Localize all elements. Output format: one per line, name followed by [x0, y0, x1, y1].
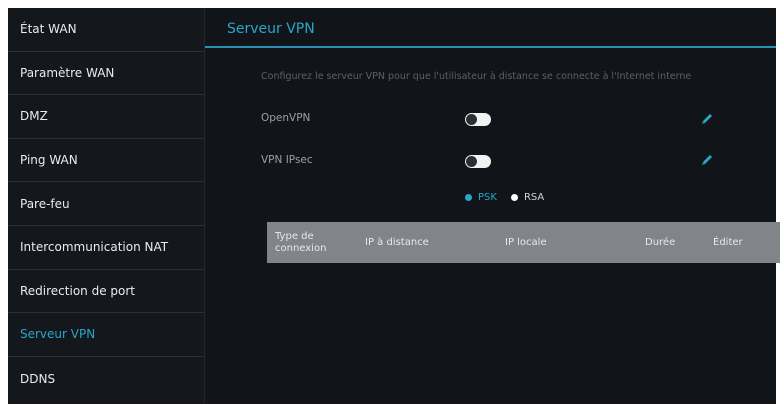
auth-radio-group: PSK RSA	[465, 192, 558, 203]
radio-psk-label: PSK	[478, 192, 497, 203]
sidebar-item-label: État WAN	[20, 22, 77, 37]
toggle-knob	[466, 114, 477, 125]
column-header-local-ip: IP locale	[505, 236, 547, 248]
sidebar-item-label: Pare-feu	[20, 196, 70, 211]
sidebar-item-label: DDNS	[20, 371, 56, 386]
router-admin-window: État WAN Paramètre WAN DMZ Ping WAN Pare…	[8, 8, 780, 404]
column-header-edit: Éditer	[713, 236, 743, 248]
sidebar-item-serveur-vpn[interactable]: Serveur VPN	[8, 313, 204, 357]
main-panel: Serveur VPN Configurez le serveur VPN po…	[205, 8, 780, 404]
sidebar-item-intercommunication-nat[interactable]: Intercommunication NAT	[8, 226, 204, 270]
toggle-knob	[466, 156, 477, 167]
page-title: Serveur VPN	[227, 21, 315, 37]
sidebar-item-ping-wan[interactable]: Ping WAN	[8, 139, 204, 183]
column-header-remote-ip: IP à distance	[365, 236, 429, 248]
ipsec-toggle[interactable]	[465, 155, 491, 168]
column-header-duration: Durée	[645, 236, 676, 248]
sidebar: État WAN Paramètre WAN DMZ Ping WAN Pare…	[8, 8, 205, 404]
sidebar-item-label: Ping WAN	[20, 153, 78, 168]
sidebar-item-parametre-wan[interactable]: Paramètre WAN	[8, 52, 204, 96]
ipsec-label: VPN IPsec	[261, 154, 313, 166]
sidebar-item-dmz[interactable]: DMZ	[8, 95, 204, 139]
title-divider	[205, 46, 776, 48]
openvpn-toggle[interactable]	[465, 113, 491, 126]
radio-rsa[interactable]: RSA	[510, 192, 545, 203]
sidebar-item-label: Paramètre WAN	[20, 65, 115, 80]
vpn-description: Configurez le serveur VPN pour que l'uti…	[261, 71, 692, 82]
sidebar-item-label: Redirection de port	[20, 283, 135, 298]
radio-dot	[510, 194, 518, 201]
openvpn-label: OpenVPN	[261, 112, 311, 124]
sidebar-item-label: Intercommunication NAT	[20, 240, 169, 255]
sidebar-item-redirection-de-port[interactable]: Redirection de port	[8, 270, 204, 314]
column-header-type: Type de connexion	[275, 231, 327, 254]
edit-pencil-icon[interactable]	[700, 153, 714, 167]
sidebar-item-pare-feu[interactable]: Pare-feu	[8, 182, 204, 226]
radio-rsa-label: RSA	[523, 192, 545, 203]
sidebar-item-ddns[interactable]: DDNS	[8, 357, 204, 401]
radio-psk[interactable]: PSK	[465, 192, 497, 203]
radio-dot-selected	[465, 194, 472, 201]
sidebar-item-etat-wan[interactable]: État WAN	[8, 8, 204, 52]
edit-pencil-icon[interactable]	[700, 112, 714, 126]
sidebar-item-label: Serveur VPN	[20, 327, 96, 342]
vpn-table-header: Type de connexion IP à distance IP local…	[267, 222, 780, 263]
sidebar-item-label: DMZ	[20, 109, 48, 124]
